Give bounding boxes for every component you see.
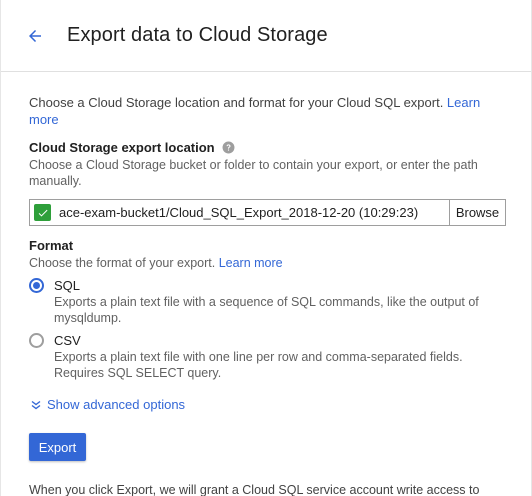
show-advanced-label: Show advanced options (47, 397, 186, 412)
format-learn-more-link[interactable]: Learn more (219, 256, 283, 270)
check-icon (34, 204, 51, 221)
header: Export data to Cloud Storage (1, 0, 531, 72)
dialog-content: Choose a Cloud Storage location and form… (1, 72, 531, 496)
radio-sql[interactable] (29, 278, 44, 293)
radio-sql-label: SQL (54, 278, 81, 293)
location-value: ace-exam-bucket1/Cloud_SQL_Export_2018-1… (59, 205, 419, 220)
format-hint-text: Choose the format of your export. (29, 256, 219, 270)
help-icon[interactable] (222, 141, 235, 154)
arrow-left-icon (29, 29, 41, 42)
format-label: Format (29, 238, 74, 253)
location-hint: Choose a Cloud Storage bucket or folder … (29, 158, 478, 188)
csv-description: Exports a plain text file with one line … (54, 350, 463, 380)
location-input[interactable]: ace-exam-bucket1/Cloud_SQL_Export_2018-1… (29, 199, 449, 226)
format-hint: Choose the format of your export. Learn … (29, 255, 506, 271)
format-option-csv[interactable]: CSV (29, 333, 506, 348)
browse-button[interactable]: Browse (449, 199, 506, 226)
format-option-sql[interactable]: SQL (29, 278, 506, 293)
location-label: Cloud Storage export location (29, 140, 215, 155)
show-advanced-options[interactable]: Show advanced options (29, 397, 506, 412)
radio-csv[interactable] (29, 333, 44, 348)
radio-selected-dot (33, 282, 40, 289)
permissions-note: When you click Export, we will grant a C… (29, 483, 480, 496)
export-button[interactable]: Export (29, 433, 86, 461)
radio-csv-label: CSV (54, 333, 81, 348)
page-title: Export data to Cloud Storage (67, 24, 328, 46)
export-dialog: Export data to Cloud Storage Choose a Cl… (0, 0, 532, 496)
double-chevron-down-icon (31, 400, 41, 409)
back-button[interactable] (21, 22, 49, 50)
location-row: ace-exam-bucket1/Cloud_SQL_Export_2018-1… (29, 199, 506, 226)
intro-text: Choose a Cloud Storage location and form… (29, 94, 506, 128)
format-section: Format Choose the format of your export.… (29, 238, 506, 381)
location-section-label: Cloud Storage export location (29, 140, 506, 155)
intro-text-body: Choose a Cloud Storage location and form… (29, 95, 447, 110)
sql-description: Exports a plain text file with a sequenc… (54, 295, 479, 325)
